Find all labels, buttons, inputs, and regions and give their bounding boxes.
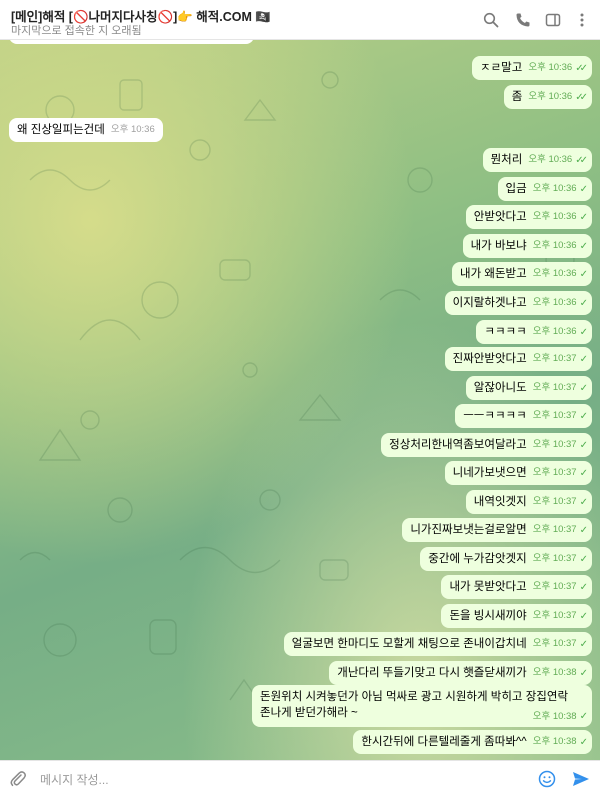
check-icon: ✓ — [579, 639, 589, 650]
message-composer — [0, 760, 600, 797]
message-incoming[interactable]: 왜 진상일피는건데 오후 10:36 — [9, 118, 163, 142]
phone-icon[interactable] — [513, 10, 533, 30]
message-outgoing[interactable]: 니가진짜보냇는걸로알면 오후 10:37 ✓ — [402, 518, 592, 542]
check-icon: ✓ — [579, 611, 589, 622]
attach-icon[interactable] — [9, 770, 27, 788]
chat-header: [메인]해적 [🚫나머지다사칭🚫]👉 해적.COM 🏴‍☠️ 마지막으로 접속한… — [0, 0, 600, 40]
message-outgoing[interactable]: 중간에 누가감앗겟지 오후 10:37 ✓ — [420, 547, 592, 571]
message-outgoing[interactable]: 한시간뒤에 다른텔레줄게 좀따봐^^ 오후 10:38 ✓ — [353, 730, 592, 754]
message-outgoing[interactable]: ㅈㄹ말고 오후 10:36 ✓✓ — [472, 56, 592, 80]
message-outgoing[interactable]: 이지랄하겟냐고 오후 10:36 ✓ — [444, 291, 592, 315]
double-check-icon: ✓✓ — [575, 155, 588, 166]
message-outgoing[interactable]: ㅋㅋㅋㅋ 오후 10:36 ✓ — [476, 320, 592, 344]
message-outgoing[interactable]: 뭔처리 오후 10:36 ✓✓ — [482, 148, 592, 172]
last-seen-status: 마지막으로 접속한 지 오래됨 — [11, 25, 142, 37]
check-icon: ✓ — [579, 582, 589, 593]
more-vertical-icon[interactable] — [572, 10, 592, 30]
message-outgoing[interactable]: 내역잇겟지 오후 10:37 ✓ — [465, 490, 592, 514]
emoji-icon[interactable] — [538, 770, 556, 788]
check-icon: ✓ — [579, 497, 589, 508]
previous-message-fragment — [9, 40, 254, 44]
message-list[interactable]: ㅈㄹ말고 오후 10:36 ✓✓ 좀 오후 10:36 ✓✓ 왜 진상일피는건데 오후 1… — [0, 40, 600, 760]
message-outgoing[interactable]: 정상처리한내역좀보여달라고 오후 10:37 ✓ — [381, 433, 592, 457]
message-outgoing[interactable]: 얼굴보면 한마디도 모할게 채팅으로 존내이갑치네 오후 10:37 ✓ — [283, 632, 592, 656]
double-check-icon: ✓✓ — [575, 63, 588, 74]
check-icon: ✓ — [579, 184, 589, 195]
check-icon: ✓ — [579, 298, 589, 309]
double-check-icon: ✓✓ — [575, 92, 588, 103]
check-icon: ✓ — [579, 383, 589, 394]
check-icon: ✓ — [579, 354, 589, 365]
search-icon[interactable] — [481, 10, 501, 30]
message-outgoing[interactable]: 좀 오후 10:36 ✓✓ — [503, 85, 592, 109]
message-outgoing[interactable]: 돈을 빙시새끼야 오후 10:37 ✓ — [441, 604, 592, 628]
message-outgoing[interactable]: 안받앗다고 오후 10:36 ✓ — [465, 205, 592, 229]
message-outgoing[interactable]: 내가 못받앗다고 오후 10:37 ✓ — [441, 575, 592, 599]
check-icon: ✓ — [579, 554, 589, 565]
check-icon: ✓ — [579, 212, 589, 223]
message-outgoing[interactable]: 내가 왜돈받고 오후 10:36 ✓ — [452, 262, 592, 286]
check-icon: ✓ — [579, 668, 589, 679]
sidebar-toggle-icon[interactable] — [543, 10, 563, 30]
message-outgoing[interactable]: 개난다리 뚜들기맞고 다시 햇즐닫새끼가 오후 10:38 ✓ — [329, 661, 592, 685]
check-icon: ✓ — [579, 711, 589, 722]
check-icon: ✓ — [579, 440, 589, 451]
message-outgoing[interactable]: 진짜안받앗다고 오후 10:37 ✓ — [444, 347, 592, 371]
check-icon: ✓ — [579, 468, 589, 479]
check-icon: ✓ — [579, 525, 589, 536]
message-outgoing[interactable]: 니네가보냇으면 오후 10:37 ✓ — [444, 461, 592, 485]
message-input[interactable] — [38, 769, 522, 791]
message-outgoing[interactable]: ㅡㅡㅋㅋㅋㅋ 오후 10:37 ✓ — [455, 404, 592, 428]
check-icon: ✓ — [579, 241, 589, 252]
check-icon: ✓ — [579, 737, 589, 748]
check-icon: ✓ — [579, 327, 589, 338]
message-outgoing-multiline[interactable]: 돈원위치 시켜놓던가 아님 먹싸로 광고 시원하게 박히고 장집연락 존나게 받… — [252, 685, 592, 727]
send-icon[interactable] — [571, 769, 591, 789]
message-outgoing[interactable]: 입금 오후 10:36 ✓ — [497, 177, 592, 201]
message-outgoing[interactable]: 내가 바보냐 오후 10:36 ✓ — [462, 234, 592, 258]
check-icon: ✓ — [579, 269, 589, 280]
check-icon: ✓ — [579, 411, 589, 422]
message-outgoing[interactable]: 알잖아니도 오후 10:37 ✓ — [465, 376, 592, 400]
